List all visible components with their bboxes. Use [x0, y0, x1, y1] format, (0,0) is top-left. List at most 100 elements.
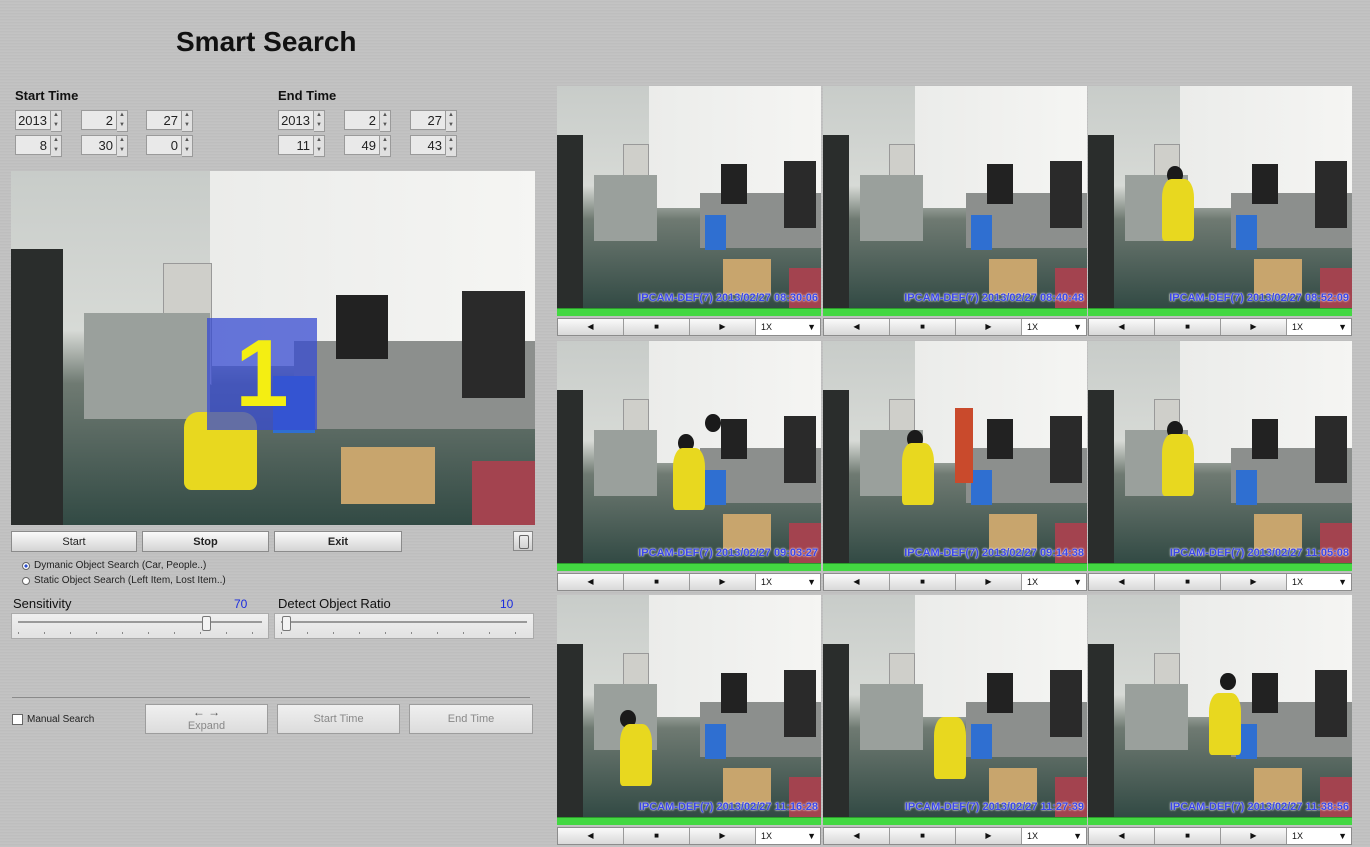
- camera-feed[interactable]: IPCAM-DEF(7) 2013/02/27 11:38:56: [1088, 595, 1352, 817]
- stop-icon[interactable]: ■: [1155, 319, 1221, 335]
- speed-select[interactable]: 1X ▼: [1287, 828, 1351, 844]
- playback-progress[interactable]: [1088, 563, 1352, 571]
- end-year-value[interactable]: 2013: [278, 110, 314, 130]
- playback-progress[interactable]: [823, 308, 1087, 316]
- camera-feed[interactable]: IPCAM-DEF(7) 2013/02/27 11:05:08: [1088, 341, 1352, 563]
- end-second-spinner[interactable]: 43 ▲ ▼: [410, 135, 457, 157]
- playback-progress[interactable]: [557, 817, 821, 825]
- play-icon[interactable]: ▶: [956, 828, 1022, 844]
- end-month-value[interactable]: 2: [344, 110, 380, 130]
- rewind-icon[interactable]: ◀: [1089, 319, 1155, 335]
- end-minute-spinner[interactable]: 49 ▲ ▼: [344, 135, 391, 157]
- camera-tile[interactable]: IPCAM-DEF(7) 2013/02/27 08:30:06 ◀ ■ ▶ 1X ▼: [557, 86, 821, 338]
- play-icon[interactable]: ▶: [690, 574, 756, 590]
- end-year-spinner[interactable]: 2013 ▲ ▼: [278, 110, 325, 132]
- speed-select[interactable]: 1X ▼: [756, 828, 820, 844]
- camera-feed[interactable]: IPCAM-DEF(7) 2013/02/27 09:14:38: [823, 341, 1087, 563]
- search-mode-dynamic[interactable]: Dymanic Object Search (Car, People..): [22, 560, 206, 571]
- rewind-icon[interactable]: ◀: [824, 828, 890, 844]
- spinner-arrows-icon[interactable]: ▲ ▼: [380, 135, 391, 157]
- playback-progress[interactable]: [1088, 817, 1352, 825]
- play-icon[interactable]: ▶: [956, 319, 1022, 335]
- start-second-spinner[interactable]: 0 ▲ ▼: [146, 135, 193, 157]
- camera-feed[interactable]: IPCAM-DEF(7) 2013/02/27 08:30:06: [557, 86, 821, 308]
- stop-button[interactable]: Stop: [142, 531, 269, 552]
- camera-feed[interactable]: IPCAM-DEF(7) 2013/02/27 09:03:27: [557, 341, 821, 563]
- spinner-arrows-icon[interactable]: ▲ ▼: [117, 110, 128, 132]
- start-time-button[interactable]: Start Time: [277, 704, 400, 734]
- start-day-value[interactable]: 27: [146, 110, 182, 130]
- camera-feed[interactable]: IPCAM-DEF(7) 2013/02/27 11:27:39: [823, 595, 1087, 817]
- rewind-icon[interactable]: ◀: [824, 319, 890, 335]
- save-icon[interactable]: [513, 531, 533, 551]
- spinner-arrows-icon[interactable]: ▲ ▼: [51, 135, 62, 157]
- play-icon[interactable]: ▶: [690, 319, 756, 335]
- rewind-icon[interactable]: ◀: [558, 828, 624, 844]
- end-hour-spinner[interactable]: 11 ▲ ▼: [278, 135, 325, 157]
- search-mode-static[interactable]: Static Object Search (Left Item, Lost It…: [22, 575, 226, 586]
- start-minute-value[interactable]: 30: [81, 135, 117, 155]
- stop-icon[interactable]: ■: [624, 319, 690, 335]
- playback-progress[interactable]: [823, 563, 1087, 571]
- radio-unselected-icon[interactable]: [22, 576, 30, 585]
- start-hour-value[interactable]: 8: [15, 135, 51, 155]
- spinner-arrows-icon[interactable]: ▲ ▼: [446, 135, 457, 157]
- camera-tile[interactable]: IPCAM-DEF(7) 2013/02/27 08:52:09 ◀ ■ ▶ 1X ▼: [1088, 86, 1352, 338]
- spinner-arrows-icon[interactable]: ▲ ▼: [117, 135, 128, 157]
- play-icon[interactable]: ▶: [1221, 574, 1287, 590]
- play-icon[interactable]: ▶: [1221, 319, 1287, 335]
- start-button[interactable]: Start: [11, 531, 137, 552]
- rewind-icon[interactable]: ◀: [558, 574, 624, 590]
- play-icon[interactable]: ▶: [956, 574, 1022, 590]
- camera-tile[interactable]: IPCAM-DEF(7) 2013/02/27 08:40:48 ◀ ■ ▶ 1X ▼: [823, 86, 1087, 338]
- slider-thumb[interactable]: [282, 616, 291, 631]
- camera-tile[interactable]: IPCAM-DEF(7) 2013/02/27 11:16:28 ◀ ■ ▶ 1X ▼: [557, 595, 821, 847]
- rewind-icon[interactable]: ◀: [824, 574, 890, 590]
- start-second-value[interactable]: 0: [146, 135, 182, 155]
- rewind-icon[interactable]: ◀: [1089, 574, 1155, 590]
- stop-icon[interactable]: ■: [890, 574, 956, 590]
- spinner-arrows-icon[interactable]: ▲ ▼: [446, 110, 457, 132]
- stop-icon[interactable]: ■: [890, 828, 956, 844]
- speed-select[interactable]: 1X ▼: [1287, 574, 1351, 590]
- stop-icon[interactable]: ■: [624, 574, 690, 590]
- camera-feed[interactable]: IPCAM-DEF(7) 2013/02/27 11:16:28: [557, 595, 821, 817]
- speed-select[interactable]: 1X ▼: [1022, 319, 1086, 335]
- spinner-arrows-icon[interactable]: ▲ ▼: [314, 110, 325, 132]
- speed-select[interactable]: 1X ▼: [756, 319, 820, 335]
- stop-icon[interactable]: ■: [1155, 574, 1221, 590]
- stop-icon[interactable]: ■: [624, 828, 690, 844]
- exit-button[interactable]: Exit: [274, 531, 402, 552]
- radio-selected-icon[interactable]: [22, 561, 30, 570]
- camera-tile[interactable]: IPCAM-DEF(7) 2013/02/27 11:38:56 ◀ ■ ▶ 1X ▼: [1088, 595, 1352, 847]
- end-hour-value[interactable]: 11: [278, 135, 314, 155]
- detect-ratio-slider[interactable]: [274, 613, 534, 639]
- speed-select[interactable]: 1X ▼: [1287, 319, 1351, 335]
- rewind-icon[interactable]: ◀: [558, 319, 624, 335]
- camera-tile[interactable]: IPCAM-DEF(7) 2013/02/27 11:27:39 ◀ ■ ▶ 1X ▼: [823, 595, 1087, 847]
- expand-button[interactable]: ← → Expand: [145, 704, 268, 734]
- end-month-spinner[interactable]: 2 ▲ ▼: [344, 110, 391, 132]
- start-minute-spinner[interactable]: 30 ▲ ▼: [81, 135, 128, 157]
- playback-progress[interactable]: [557, 308, 821, 316]
- end-second-value[interactable]: 43: [410, 135, 446, 155]
- start-day-spinner[interactable]: 27 ▲ ▼: [146, 110, 193, 132]
- camera-feed[interactable]: IPCAM-DEF(7) 2013/02/27 08:52:09: [1088, 86, 1352, 308]
- checkbox-icon[interactable]: [12, 714, 23, 725]
- sensitivity-slider[interactable]: [11, 613, 269, 639]
- start-year-spinner[interactable]: 2013 ▲ ▼: [15, 110, 62, 132]
- speed-select[interactable]: 1X ▼: [1022, 828, 1086, 844]
- play-icon[interactable]: ▶: [690, 828, 756, 844]
- spinner-arrows-icon[interactable]: ▲ ▼: [314, 135, 325, 157]
- start-year-value[interactable]: 2013: [15, 110, 51, 130]
- start-hour-spinner[interactable]: 8 ▲ ▼: [15, 135, 62, 157]
- camera-feed[interactable]: IPCAM-DEF(7) 2013/02/27 08:40:48: [823, 86, 1087, 308]
- play-icon[interactable]: ▶: [1221, 828, 1287, 844]
- spinner-arrows-icon[interactable]: ▲ ▼: [182, 135, 193, 157]
- stop-icon[interactable]: ■: [1155, 828, 1221, 844]
- main-video-view[interactable]: 1: [11, 171, 535, 525]
- end-day-value[interactable]: 27: [410, 110, 446, 130]
- spinner-arrows-icon[interactable]: ▲ ▼: [51, 110, 62, 132]
- camera-tile[interactable]: IPCAM-DEF(7) 2013/02/27 09:14:38 ◀ ■ ▶ 1X ▼: [823, 341, 1087, 593]
- end-day-spinner[interactable]: 27 ▲ ▼: [410, 110, 457, 132]
